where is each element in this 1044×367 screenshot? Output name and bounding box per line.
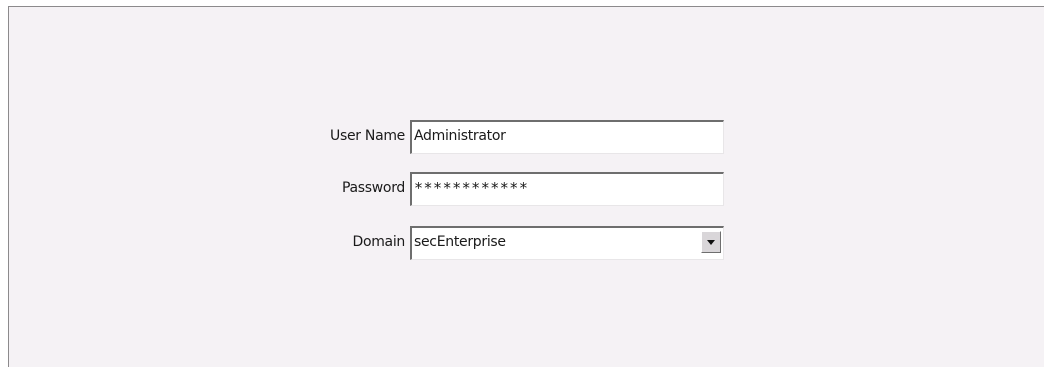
password-row: Password ************ <box>9 172 1044 206</box>
login-panel: User Name Administrator Password *******… <box>8 6 1044 367</box>
username-label: User Name <box>330 128 405 144</box>
username-input[interactable]: Administrator <box>410 120 724 154</box>
chevron-down-icon <box>707 239 715 245</box>
domain-row: Domain secEnterprise <box>9 226 1044 260</box>
username-row: User Name Administrator <box>9 120 1044 154</box>
domain-selected-value: secEnterprise <box>414 234 506 250</box>
domain-select[interactable]: secEnterprise <box>410 226 724 260</box>
domain-dropdown-button[interactable] <box>701 231 721 253</box>
password-label: Password <box>342 180 405 196</box>
password-input[interactable]: ************ <box>410 172 724 206</box>
domain-label: Domain <box>352 234 405 250</box>
